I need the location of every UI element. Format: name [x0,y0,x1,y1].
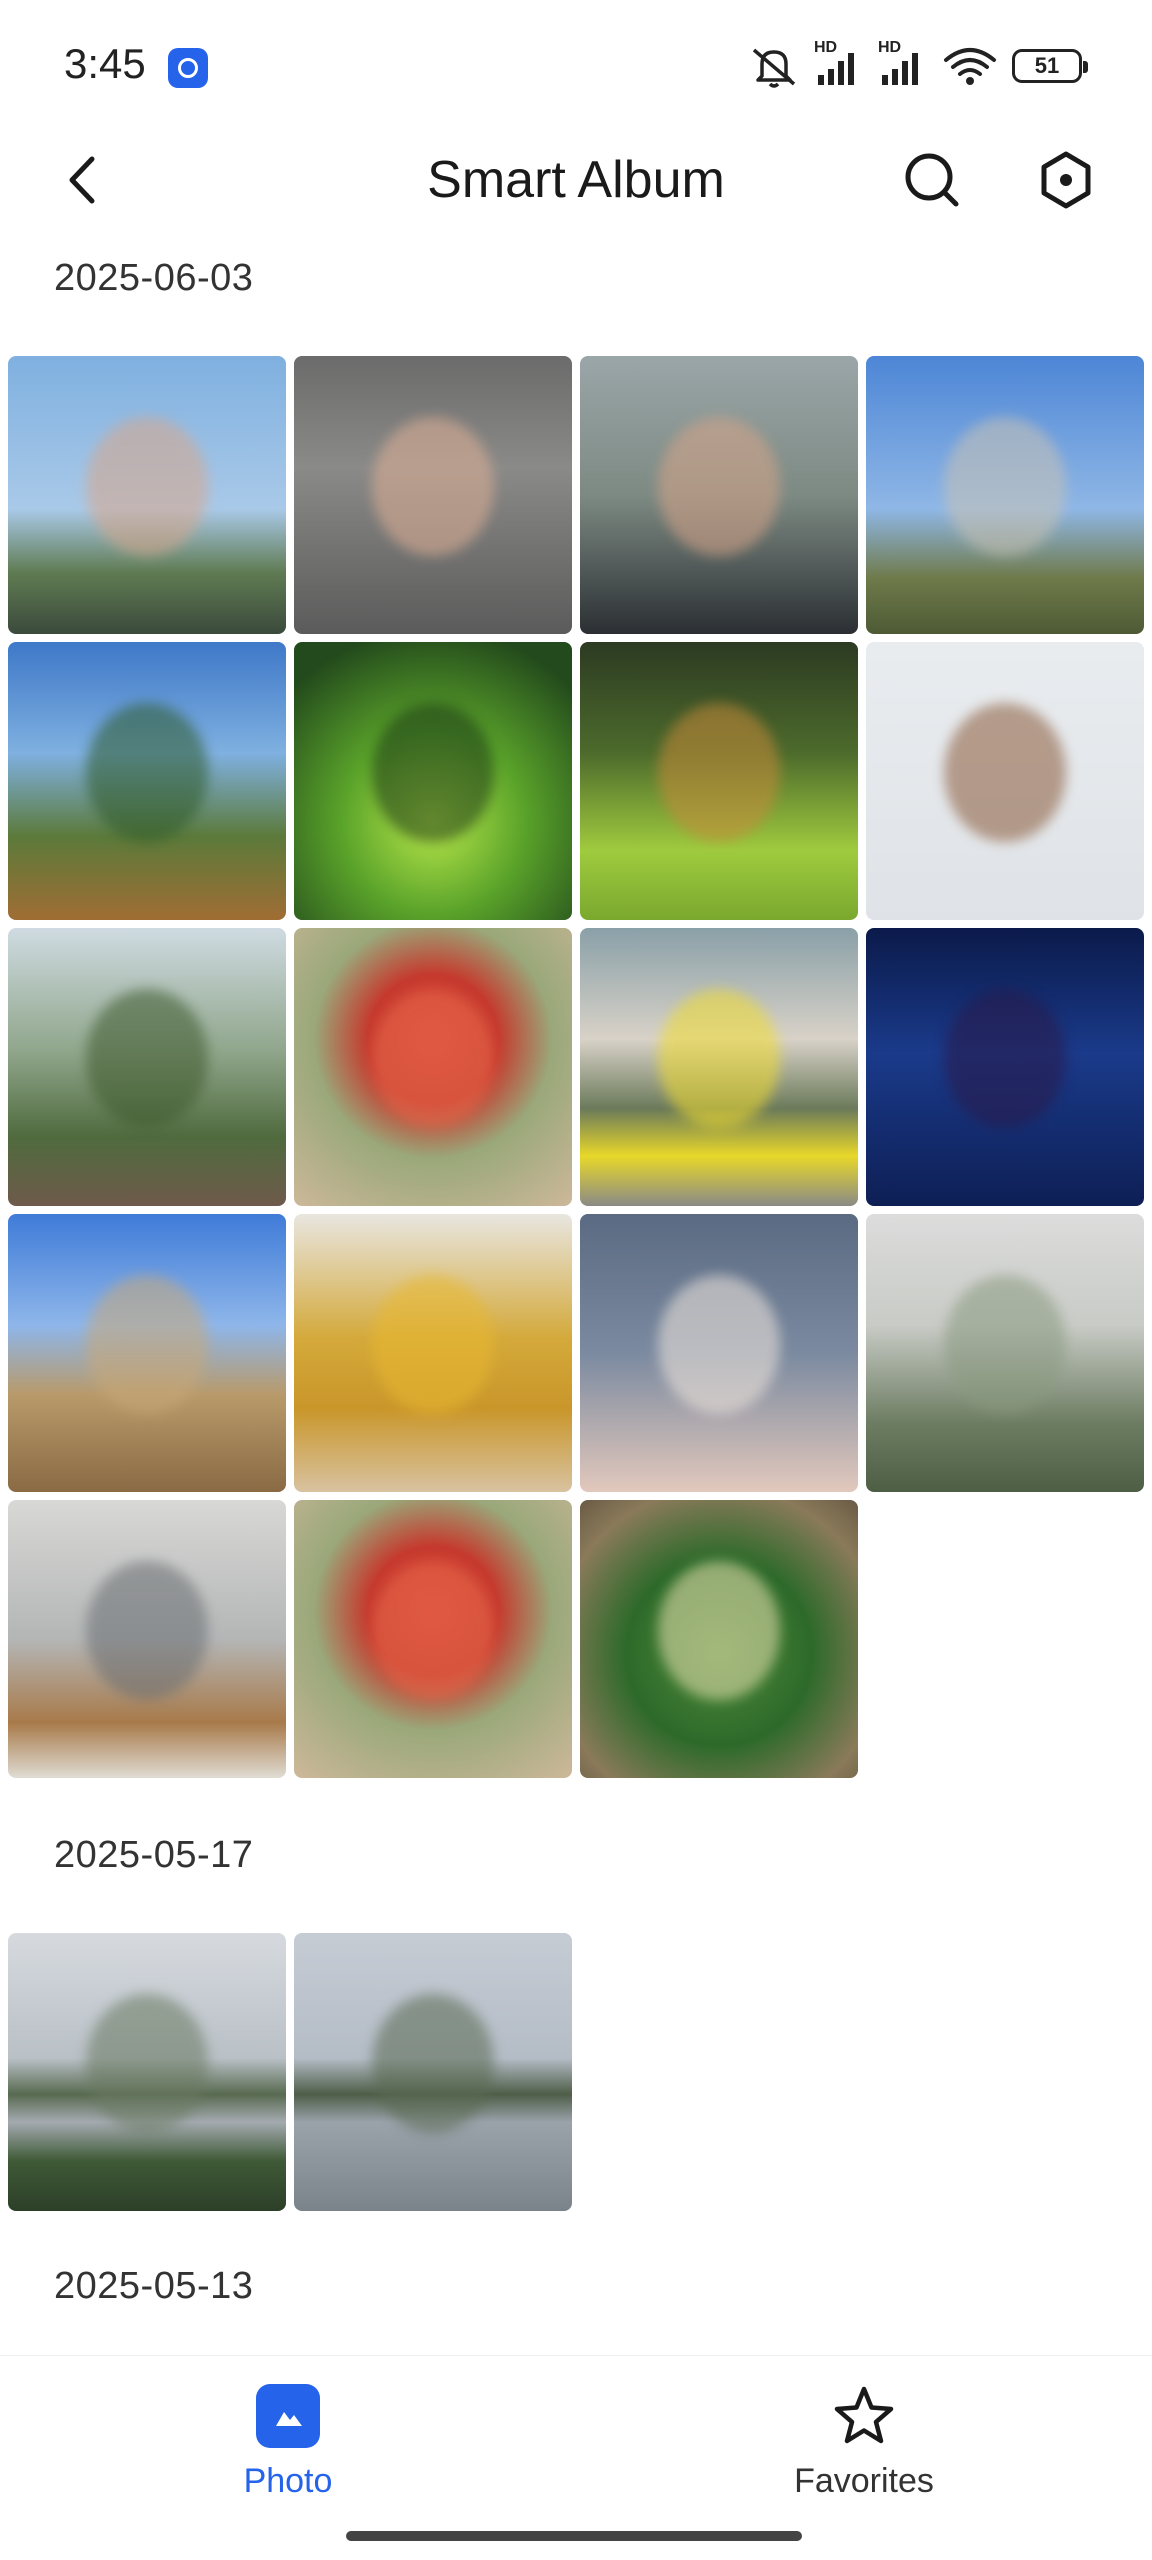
bottom-nav: Photo Favorites [0,2355,1152,2560]
app-notification-icon [168,48,208,88]
photo-subject [943,703,1067,843]
home-indicator[interactable] [346,2531,802,2541]
photo-subject [371,417,495,557]
photo-subject [943,1275,1067,1415]
photo-butterfly-specimens[interactable] [866,642,1144,920]
photo-subject [657,989,781,1129]
section-date: 2025-05-13 [54,2265,254,2307]
photo-subject [943,989,1067,1129]
app-header: Smart Album [0,130,1152,230]
nav-label-favorites: Favorites [794,2462,934,2500]
photo-subject [657,703,781,843]
photo-subject [85,1275,209,1415]
photo-subject [371,1275,495,1415]
photo-subject [657,417,781,557]
status-icons: HD HD 51 [748,39,1088,90]
photo-cloud-icon [256,2384,320,2448]
photo-subject [943,417,1067,557]
photo-crochet-pig-toy[interactable] [580,1214,858,1492]
signal-1-label: HD [814,39,838,56]
photo-forest-canopy[interactable] [8,642,286,920]
photo-portrait-man-outdoor[interactable] [8,356,286,634]
photo-barrel-cactus[interactable] [580,1500,858,1778]
photo-concert-singer[interactable] [866,928,1144,1206]
photo-bare-trees-sky[interactable] [866,356,1144,634]
signal-2-icon: HD [878,39,928,87]
page-title: Smart Album [427,151,725,209]
photo-subject [85,417,209,557]
wifi-icon [942,44,998,88]
photo-portrait-man-smiling[interactable] [294,356,572,634]
photo-lake-landscape-1[interactable] [8,1933,286,2211]
photo-desk-fan[interactable] [8,1500,286,1778]
photo-fluffy-cat[interactable] [8,1214,286,1492]
battery-level: 51 [1034,53,1060,78]
photo-garden-grass[interactable] [580,642,858,920]
photo-red-cactus-flower-2[interactable] [294,1500,572,1778]
photo-yellow-beetle-car[interactable] [580,928,858,1206]
star-icon [834,2386,894,2444]
search-button[interactable] [898,146,966,214]
signal-2-label: HD [878,39,902,56]
photo-golden-lucky-cat[interactable] [294,1214,572,1492]
photo-subject [657,1275,781,1415]
signal-1-icon: HD [814,39,864,87]
photo-red-cactus-flower[interactable] [294,928,572,1206]
photo-subject [85,1561,209,1701]
section-date: 2025-06-03 [54,257,254,299]
photo-subject [85,989,209,1129]
photo-rainy-window-view[interactable] [866,1214,1144,1492]
section-date: 2025-05-17 [54,1834,254,1876]
nav-label-photo: Photo [243,2462,333,2500]
photo-subject [371,1994,495,2134]
mute-icon [748,44,800,88]
photo-portrait-man-glasses[interactable] [580,356,858,634]
nav-tab-favorites[interactable]: Favorites [714,2376,1014,2516]
nav-tab-photo[interactable]: Photo [138,2376,438,2516]
search-icon [905,153,959,207]
photo-subject [371,703,495,843]
photo-greenhouse-palms[interactable] [8,928,286,1206]
photo-grid [8,1933,1144,2211]
photo-subject [657,1561,781,1701]
photo-grid [8,356,1144,1778]
photo-lake-landscape-2[interactable] [294,1933,572,2211]
photo-subject [371,989,495,1129]
status-time: 3:45 [64,40,146,87]
settings-button[interactable] [1032,146,1100,214]
settings-hexagon-icon [1041,151,1091,209]
photo-green-moss-plant[interactable] [294,642,572,920]
album-content[interactable]: 2025-06-03 2025-05-17 2025-05-13 [0,230,1152,2355]
photo-subject [85,1994,209,2134]
battery-icon: 51 [1012,49,1088,83]
status-bar: 3:45 HD HD 51 [0,0,1152,130]
photo-subject [85,703,209,843]
photo-subject [371,1561,495,1701]
